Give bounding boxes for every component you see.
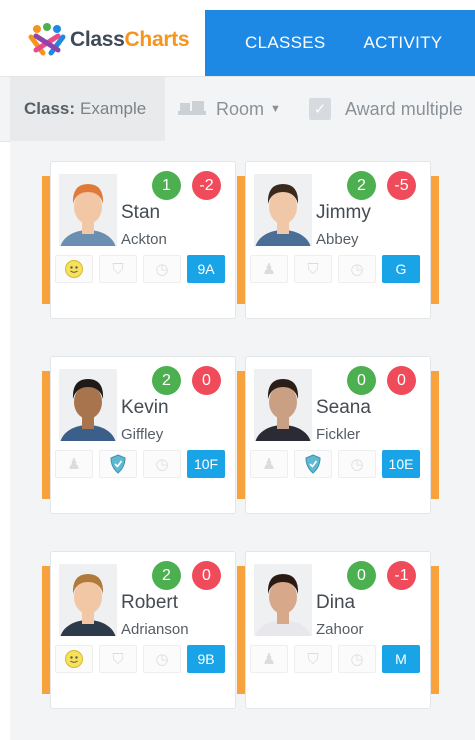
student-avatar [59,564,117,636]
student-card[interactable]: Stan Ackton 1 -2 ⛉ ◷ 9A [50,161,236,319]
form-group-button[interactable]: G [382,255,420,283]
room-dropdown[interactable]: Room ▼ [178,77,281,141]
checkbox-icon[interactable]: ✓ [309,98,331,120]
app-header: ClassCharts CLASSES ACTIVITY [0,0,475,76]
clock-icon[interactable]: ◷ [338,450,376,478]
positive-points-badge[interactable]: 2 [347,171,376,200]
smiley-icon[interactable] [55,645,93,673]
logo-text: ClassCharts [70,28,190,51]
positive-points-badge[interactable]: 0 [347,561,376,590]
negative-points-badge[interactable]: -1 [387,561,416,590]
student-first-name: Robert [121,592,179,613]
card-accent-stripe [431,566,439,694]
student-last-name: Fickler [316,426,361,443]
student-last-name: Giffley [121,426,164,443]
trophy-icon[interactable]: ♟ [250,255,288,283]
shield-icon[interactable]: ⛉ [294,645,332,673]
form-group-button[interactable]: 9B [187,645,225,673]
positive-points-badge[interactable]: 2 [152,561,181,590]
class-label: Class: [24,99,76,118]
shield-icon[interactable]: ⛉ [99,645,137,673]
nav-activity[interactable]: ACTIVITY [364,33,443,53]
card-accent-stripe [42,566,50,694]
student-first-name: Stan [121,202,161,223]
student-card[interactable]: Dina Zahoor 0 -1 ♟ ⛉ ◷ M [245,551,431,709]
card-accent-stripe [237,371,245,499]
form-group-button[interactable]: M [382,645,420,673]
positive-points-badge[interactable]: 0 [347,366,376,395]
student-last-name: Ackton [121,231,167,248]
student-card[interactable]: Seana Fickler 0 0 ♟ ◷ 10E [245,356,431,514]
chevron-down-icon: ▼ [270,103,281,115]
clock-icon[interactable]: ◷ [143,645,181,673]
smiley-icon[interactable] [55,255,93,283]
award-icons: ♟ ◷ 10F [55,450,225,478]
classcharts-logo[interactable]: ClassCharts [28,22,190,58]
shield-icon[interactable]: ⛉ [294,255,332,283]
class-toolbar: Class: Example Room ▼ ✓ Award multiple [0,76,475,142]
clock-icon[interactable]: ◷ [143,450,181,478]
card-accent-stripe [237,566,245,694]
main-nav: CLASSES ACTIVITY [205,10,475,76]
form-group-button[interactable]: 10E [382,450,420,478]
negative-points-badge[interactable]: 0 [192,561,221,590]
student-avatar [59,174,117,246]
shield-icon[interactable]: ⛉ [99,255,137,283]
nav-classes[interactable]: CLASSES [245,33,326,53]
card-accent-stripe [42,371,50,499]
student-card[interactable]: Kevin Giffley 2 0 ♟ ◷ 10F [50,356,236,514]
student-avatar [59,369,117,441]
student-last-name: Abbey [316,231,359,248]
award-icons: ♟ ⛉ ◷ G [250,255,420,283]
student-card[interactable]: Jimmy Abbey 2 -5 ♟ ⛉ ◷ G [245,161,431,319]
form-group-button[interactable]: 10F [187,450,225,478]
trophy-icon[interactable]: ♟ [250,645,288,673]
clock-icon[interactable]: ◷ [143,255,181,283]
student-first-name: Seana [316,397,371,418]
shield-icon[interactable] [99,450,137,478]
student-avatar [254,564,312,636]
award-icons: ♟ ◷ 10E [250,450,420,478]
card-accent-stripe [431,176,439,304]
trophy-icon[interactable]: ♟ [250,450,288,478]
logo-people-icon [28,23,66,56]
award-icons: ⛉ ◷ 9B [55,645,225,673]
room-label: Room [216,98,265,119]
student-first-name: Jimmy [316,202,371,223]
award-multiple-toggle[interactable]: ✓ Award multiple [309,77,463,141]
seating-plan: Stan Ackton 1 -2 ⛉ ◷ 9A Jimmy Abbey 2 -5 … [10,141,475,740]
clock-icon[interactable]: ◷ [338,645,376,673]
student-first-name: Dina [316,592,356,613]
student-avatar [254,174,312,246]
student-first-name: Kevin [121,397,169,418]
negative-points-badge[interactable]: 0 [387,366,416,395]
award-icons: ♟ ⛉ ◷ M [250,645,420,673]
negative-points-badge[interactable]: -5 [387,171,416,200]
student-avatar [254,369,312,441]
positive-points-badge[interactable]: 1 [152,171,181,200]
negative-points-badge[interactable]: 0 [192,366,221,395]
shield-icon[interactable] [294,450,332,478]
card-accent-stripe [237,176,245,304]
student-last-name: Zahoor [316,621,364,638]
trophy-icon[interactable]: ♟ [55,450,93,478]
form-group-button[interactable]: 9A [187,255,225,283]
award-multiple-label: Award multiple [345,98,463,119]
room-seats-icon [178,101,206,115]
award-icons: ⛉ ◷ 9A [55,255,225,283]
negative-points-badge[interactable]: -2 [192,171,221,200]
card-accent-stripe [431,371,439,499]
student-last-name: Adrianson [121,621,189,638]
clock-icon[interactable]: ◷ [338,255,376,283]
class-value: Example [80,99,147,118]
class-selector[interactable]: Class: Example [10,77,165,141]
positive-points-badge[interactable]: 2 [152,366,181,395]
card-accent-stripe [42,176,50,304]
student-card[interactable]: Robert Adrianson 2 0 ⛉ ◷ 9B [50,551,236,709]
